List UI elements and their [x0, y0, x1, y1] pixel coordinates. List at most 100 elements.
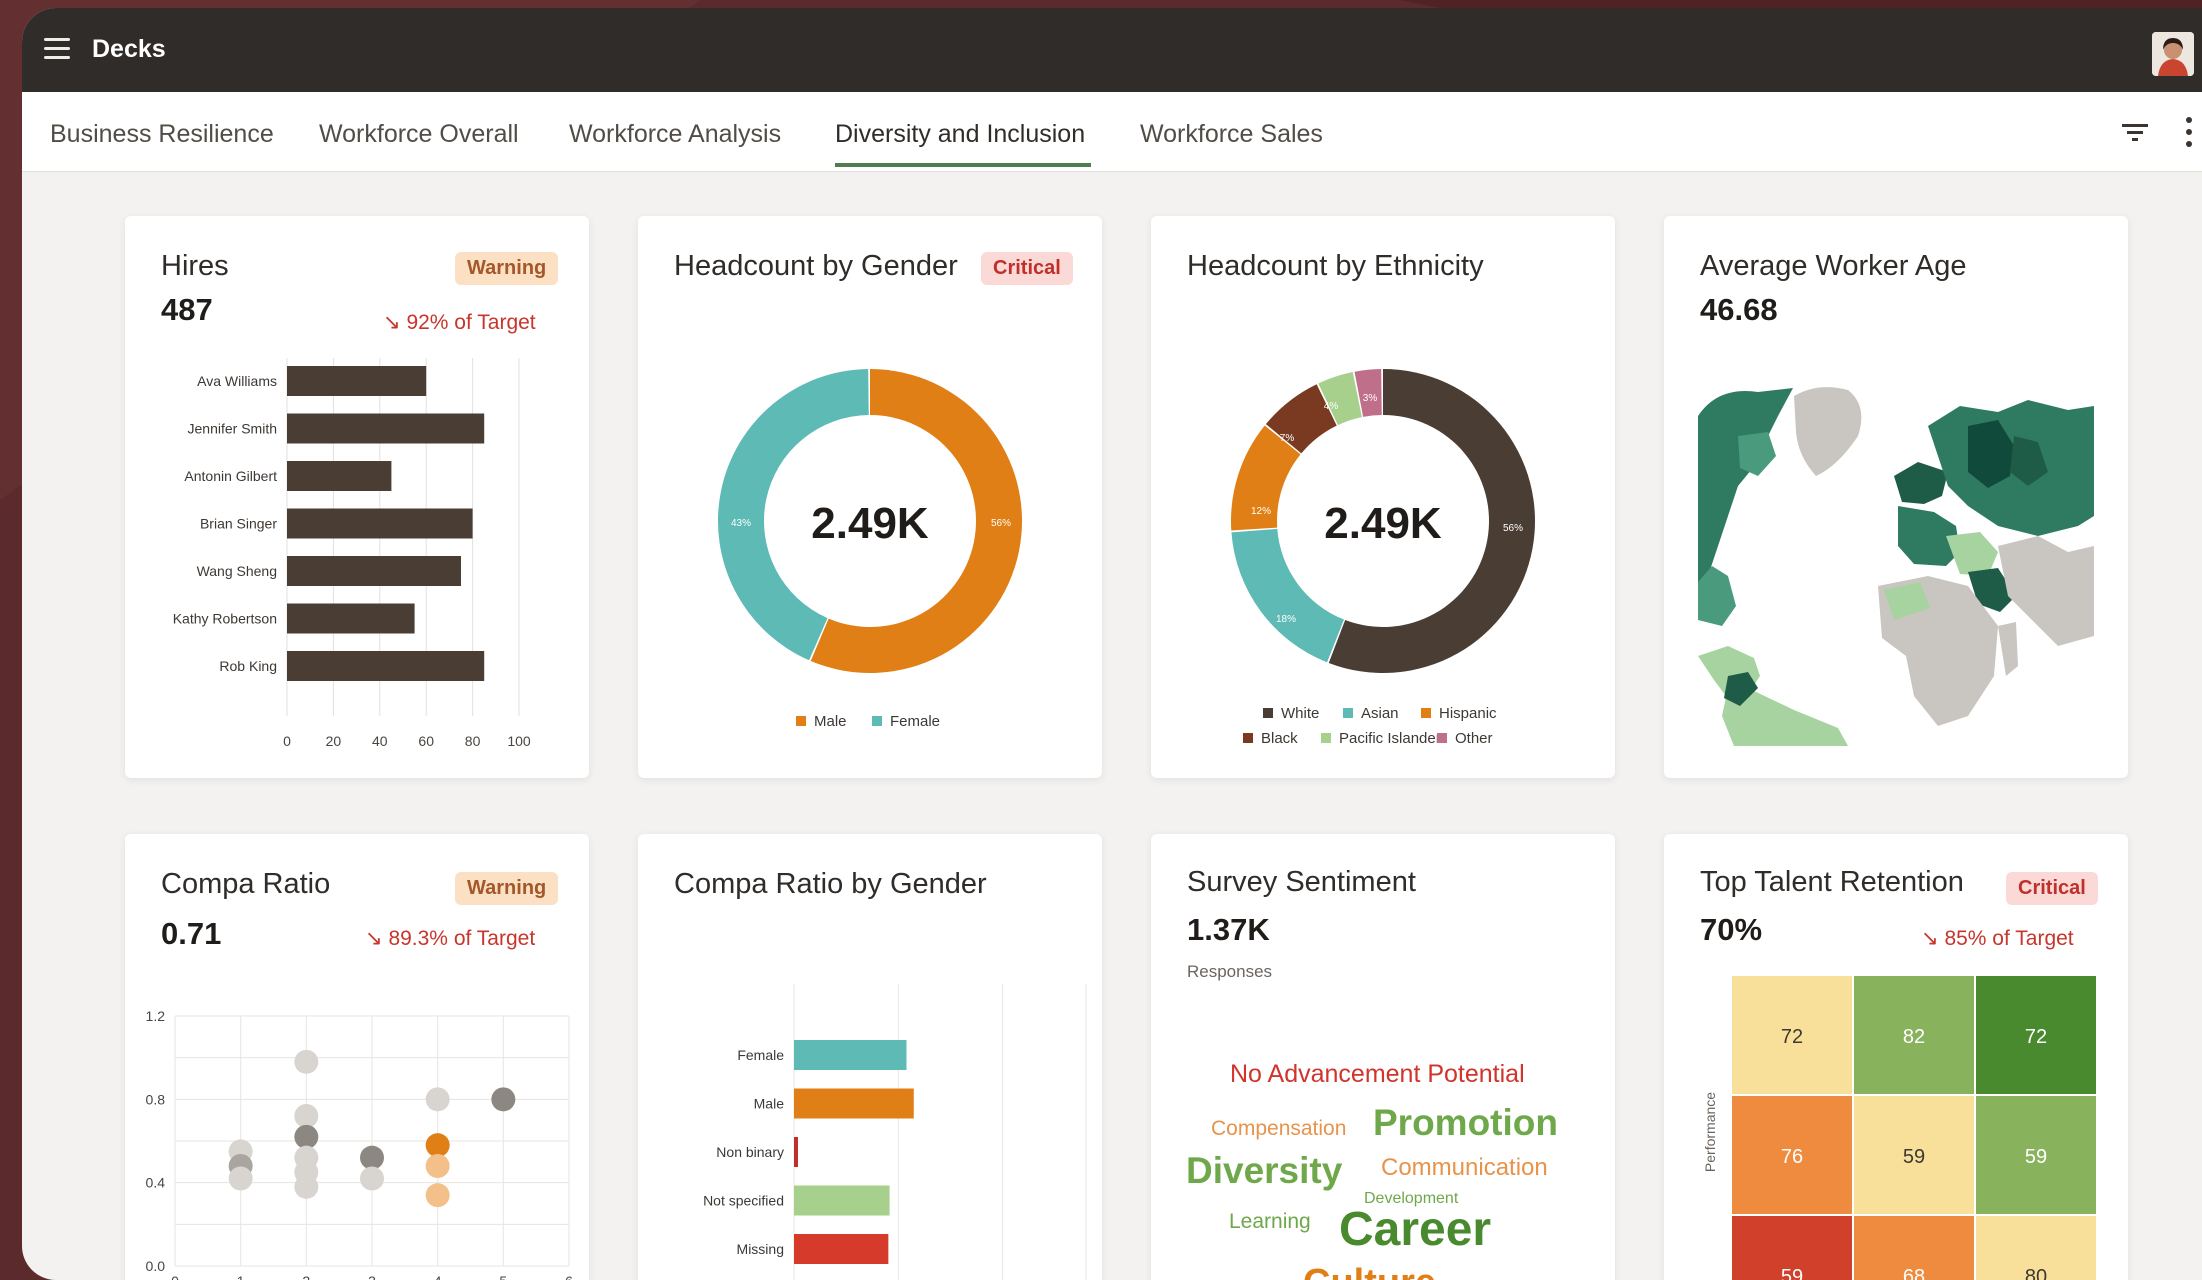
y-tick-label: Male	[754, 1096, 785, 1112]
legend-label: White	[1281, 705, 1319, 722]
x-tick-label: 4	[434, 1273, 442, 1280]
filter-icon[interactable]	[2120, 120, 2150, 146]
scatter-point	[294, 1174, 319, 1199]
card-subtitle: Responses	[1187, 962, 1273, 981]
x-tick-label: 1	[237, 1273, 245, 1280]
word-cloud-term: Communication	[1381, 1154, 1548, 1181]
hamburger-menu-icon[interactable]	[44, 38, 70, 60]
word-cloud-term: Culture	[1303, 1262, 1436, 1280]
x-tick-label: 40	[372, 733, 388, 749]
heatmap-value: 72	[1781, 1026, 1803, 1048]
top-talent-retention-card[interactable]: Top Talent Retention 70% Critical ↘ 85% …	[1664, 834, 2128, 1280]
hires-card[interactable]: Hires 487 Warning ↘ 92% of Target 0 20 40 6…	[125, 216, 589, 778]
scatter-point	[491, 1087, 516, 1112]
bar	[794, 1040, 907, 1070]
y-tick-label: 0.8	[146, 1091, 166, 1107]
scatter-point	[425, 1183, 450, 1208]
scatter-point	[425, 1133, 450, 1158]
bar	[794, 1234, 889, 1264]
x-tick-label: 3	[368, 1273, 376, 1280]
bar	[287, 508, 473, 539]
app-window: Decks Business Resilience Workforce Over…	[22, 8, 2202, 1280]
more-options-icon[interactable]	[2184, 116, 2194, 148]
scatter-point	[294, 1104, 319, 1128]
x-tick-label: 60	[418, 733, 434, 749]
y-tick-label: Female	[737, 1047, 784, 1063]
scatter-point	[425, 1087, 450, 1112]
y-tick-label: Rob King	[219, 658, 277, 674]
x-tick-label: 80	[465, 733, 481, 749]
x-tick-label: 20	[326, 733, 342, 749]
word-cloud-term: Compensation	[1211, 1117, 1347, 1140]
legend-label: Black	[1261, 730, 1298, 747]
compa-scatter-chart: 0 1 2 3 4 5 6 0.0 0.4 0.8 1.2	[146, 1008, 574, 1280]
user-avatar[interactable]	[2152, 32, 2194, 76]
headcount-ethnicity-card[interactable]: Headcount by Ethnicity 56% 18% 12% 7% 4% 3% 2.…	[1151, 216, 1615, 778]
average-worker-age-card[interactable]: Average Worker Age 46.68	[1664, 216, 2128, 778]
y-tick-label: Antonin Gilbert	[184, 468, 277, 484]
bar	[287, 651, 485, 681]
tab-business-resilience[interactable]: Business Resilience	[50, 120, 274, 149]
scatter-point	[228, 1166, 253, 1191]
word-cloud-term: Career	[1339, 1203, 1492, 1256]
heatmap-value: 59	[1781, 1266, 1803, 1280]
hires-bar-chart: 0 20 40 60 80 100 Ava Williams Jennifer Smith An…	[173, 358, 531, 749]
donut-center-value: 2.49K	[811, 499, 929, 548]
legend-swatch	[1321, 733, 1331, 743]
y-tick-label: Non binary	[716, 1144, 784, 1160]
heatmap-value: 59	[2025, 1146, 2047, 1168]
legend-label: Female	[890, 713, 940, 730]
tab-diversity-and-inclusion[interactable]: Diversity and Inclusion	[835, 120, 1085, 149]
legend-swatch	[1421, 708, 1431, 718]
legend-label: Hispanic	[1439, 705, 1497, 722]
compa-gender-bar-chart: Female Male Non binary Not specified Missing	[703, 984, 1087, 1280]
heatmap-value: 76	[1781, 1146, 1803, 1168]
legend-label: Pacific Islander	[1339, 730, 1441, 747]
word-cloud-term: Learning	[1229, 1210, 1311, 1233]
y-tick-label: 0.4	[146, 1175, 166, 1191]
active-tab-indicator	[835, 163, 1091, 167]
slice-label: 18%	[1276, 614, 1296, 625]
talent-heatmap: 72 82 72 76 59 59 59 68 80	[1732, 976, 2096, 1280]
slice-label: 56%	[991, 518, 1011, 529]
compa-ratio-card[interactable]: Compa Ratio 0.71 Warning ↘ 89.3% of Targ…	[125, 834, 589, 1280]
ethnicity-donut-chart: 56% 18% 12% 7% 4% 3% 2.49K White Asian Hispanic Bl…	[1231, 369, 1535, 747]
slice-label: 4%	[1324, 401, 1339, 412]
y-tick-label: Not specified	[703, 1193, 784, 1209]
y-tick-label: 0.0	[146, 1258, 166, 1274]
donut-center-value: 2.49K	[1324, 499, 1442, 548]
heatmap-value: 80	[2025, 1266, 2047, 1280]
word-cloud-term: No Advancement Potential	[1230, 1060, 1525, 1088]
scatter-point	[425, 1154, 450, 1178]
heatmap-value: 82	[1903, 1026, 1925, 1048]
compa-ratio-gender-card[interactable]: Compa Ratio by Gender Female Male Non bina…	[638, 834, 1102, 1280]
slice-label: 56%	[1503, 523, 1523, 534]
top-bar: Decks	[22, 8, 2202, 92]
x-tick-label: 2	[302, 1273, 310, 1280]
legend-label: Male	[814, 713, 847, 730]
headcount-gender-card[interactable]: Headcount by Gender Critical 56% 43% 2.49K…	[638, 216, 1102, 778]
tab-workforce-analysis[interactable]: Workforce Analysis	[569, 120, 781, 149]
slice-label: 7%	[1280, 433, 1295, 444]
legend-swatch	[1343, 708, 1353, 718]
bar	[794, 1137, 798, 1167]
heatmap-value: 68	[1903, 1266, 1925, 1280]
slice-label: 43%	[731, 518, 751, 529]
y-tick-label: Kathy Robertson	[173, 611, 277, 627]
app-title: Decks	[92, 35, 166, 63]
bar	[287, 366, 427, 396]
legend-swatch	[872, 716, 882, 726]
y-tick-label: Missing	[737, 1241, 784, 1257]
y-tick-label: Wang Sheng	[197, 563, 277, 579]
x-tick-label: 6	[565, 1273, 573, 1280]
y-tick-label: Brian Singer	[200, 516, 277, 532]
card-value: 1.37K	[1187, 912, 1270, 947]
survey-sentiment-card[interactable]: Survey Sentiment 1.37K Responses No Adva…	[1151, 834, 1615, 1280]
scatter-point	[294, 1049, 319, 1074]
scatter-point	[294, 1124, 319, 1149]
card-title: Survey Sentiment	[1187, 866, 1416, 898]
legend-swatch	[1263, 708, 1273, 718]
card-value: 46.68	[1700, 292, 1778, 327]
tab-workforce-overall[interactable]: Workforce Overall	[319, 120, 519, 149]
tab-workforce-sales[interactable]: Workforce Sales	[1140, 120, 1323, 149]
